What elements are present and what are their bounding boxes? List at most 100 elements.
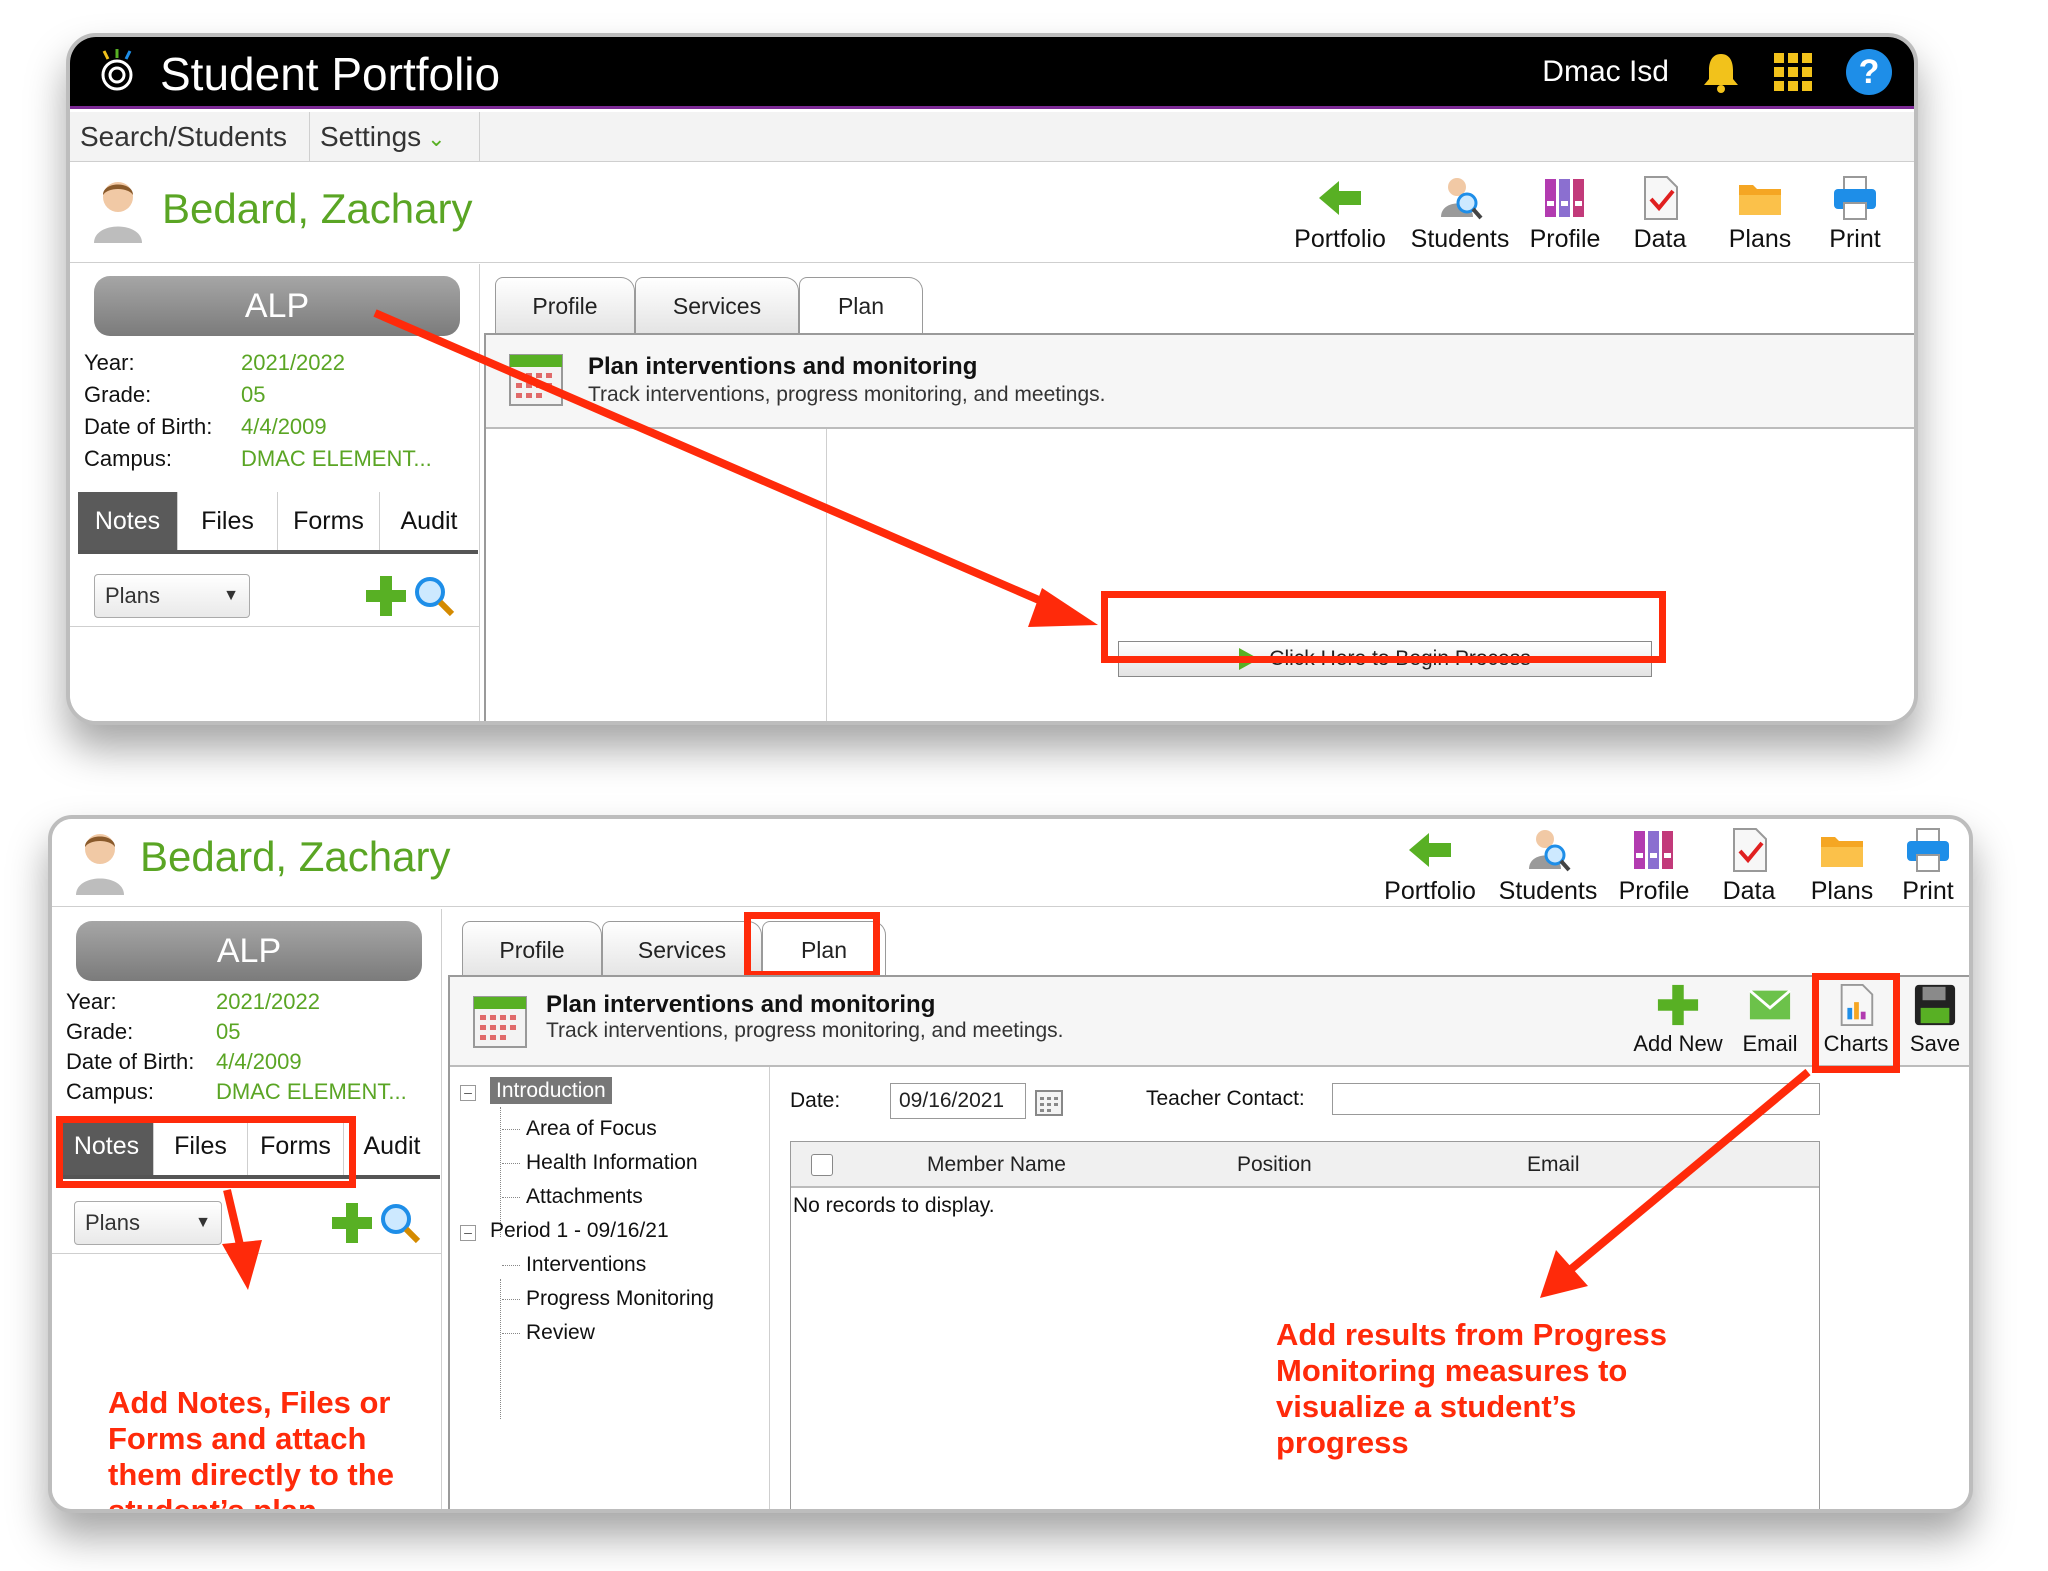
tree-item-review[interactable]: Review — [526, 1321, 595, 1345]
toolbar-data-label: Data — [1633, 225, 1687, 253]
add-plus-icon[interactable] — [364, 574, 408, 618]
toolbar-plans-label: Plans — [1728, 225, 1792, 253]
highlight-box-left-tabs — [56, 1116, 356, 1188]
toolbar-data-button[interactable]: Data — [1704, 827, 1794, 906]
tree-item-interventions[interactable]: Interventions — [526, 1253, 646, 1277]
plans-select[interactable]: Plans ▼ — [74, 1201, 222, 1245]
tab-services[interactable]: Services — [635, 277, 799, 333]
empty-grid-message: No records to display. — [793, 1194, 995, 1217]
divider — [52, 1253, 442, 1254]
caret-down-icon: ▼ — [195, 1214, 211, 1231]
email-button[interactable]: Email — [1730, 983, 1810, 1057]
tab-plan[interactable]: Plan — [799, 277, 923, 335]
search-icon[interactable] — [378, 1201, 422, 1245]
toolbar-plans-button[interactable]: Plans — [1710, 175, 1810, 254]
info-dob: Date of Birth: 4/4/2009 — [84, 414, 327, 439]
tree-collapse-icon[interactable]: – — [460, 1085, 476, 1101]
info-year: Year: 2021/2022 — [66, 989, 320, 1014]
date-value: 09/16/2021 — [899, 1089, 1005, 1112]
apps-grid-icon[interactable] — [1772, 51, 1814, 93]
date-input[interactable]: 09/16/2021 — [890, 1083, 1026, 1119]
toolbar-data-button[interactable]: Data — [1615, 175, 1705, 254]
toolbar-profile-button[interactable]: Profile — [1604, 827, 1704, 906]
toolbar-portfolio-button[interactable]: Portfolio — [1280, 175, 1400, 254]
col-member-name[interactable]: Member Name — [927, 1142, 1066, 1188]
toolbar-print-label: Print — [1829, 225, 1881, 253]
tab-profile[interactable]: Profile — [495, 277, 635, 333]
tree-item-period-1[interactable]: Period 1 - 09/16/21 — [490, 1219, 669, 1243]
toolbar-profile-label: Profile — [1618, 877, 1690, 905]
toolbar-students-label: Students — [1498, 877, 1598, 905]
info-campus: Campus: DMAC ELEMENT... — [66, 1079, 407, 1104]
panel-divider — [826, 429, 827, 721]
notification-bell-icon[interactable] — [1698, 49, 1744, 95]
tree-item-attachments[interactable]: Attachments — [526, 1185, 643, 1209]
date-picker-icon[interactable] — [1034, 1087, 1064, 1117]
menu-bar: Search/Students Settings ⌄ — [70, 112, 1914, 162]
date-label: Date: — [790, 1089, 841, 1112]
app-title: Student Portfolio — [160, 48, 501, 100]
plan-header: Plan interventions and monitoring Track … — [486, 335, 1914, 429]
tree-item-introduction[interactable]: Introduction — [490, 1077, 612, 1104]
save-disk-icon — [1914, 984, 1956, 1026]
user-name[interactable]: Dmac Isd — [1542, 55, 1669, 89]
tab-notes[interactable]: Notes — [78, 492, 178, 550]
toolbar-students-button[interactable]: Students — [1488, 827, 1608, 906]
teacher-contact-input[interactable] — [1332, 1083, 1820, 1115]
student-search-icon — [1441, 178, 1483, 220]
info-dob: Date of Birth: 4/4/2009 — [66, 1049, 302, 1074]
tree-item-health-information[interactable]: Health Information — [526, 1151, 698, 1175]
select-all-checkbox[interactable] — [811, 1154, 833, 1176]
toolbar-print-button[interactable]: Print — [1810, 175, 1900, 254]
tree-branch — [502, 1333, 520, 1334]
tree-item-progress-monitoring[interactable]: Progress Monitoring — [526, 1287, 714, 1311]
toolbar-portfolio-button[interactable]: Portfolio — [1370, 827, 1490, 906]
plan-header: Plan interventions and monitoring Track … — [450, 977, 1969, 1067]
add-new-button[interactable]: Add New — [1628, 983, 1728, 1057]
content-tab-strip: Profile Services Plan — [495, 277, 935, 335]
info-campus: Campus: DMAC ELEMENT... — [84, 446, 432, 471]
help-icon[interactable]: ? — [1846, 49, 1892, 95]
toolbar-students-label: Students — [1410, 225, 1510, 253]
col-position[interactable]: Position — [1237, 1142, 1312, 1188]
menu-search-students[interactable]: Search/Students — [70, 112, 310, 162]
tree-branch — [502, 1265, 520, 1266]
binders-icon — [1634, 831, 1673, 869]
student-avatar-icon — [76, 834, 124, 895]
plans-select[interactable]: Plans ▼ — [94, 574, 250, 618]
col-email[interactable]: Email — [1527, 1142, 1580, 1188]
highlight-box-begin — [1101, 591, 1666, 663]
add-plus-icon[interactable] — [330, 1201, 374, 1245]
menu-settings[interactable]: Settings ⌄ — [310, 112, 480, 162]
printer-icon — [1907, 828, 1949, 872]
tab-audit[interactable]: Audit — [344, 1117, 440, 1175]
toolbar-portfolio-label: Portfolio — [1294, 225, 1386, 253]
student-search-icon — [1529, 830, 1571, 872]
student-header: Bedard, Zachary Portfolio Students Profi… — [52, 819, 1969, 907]
highlight-box-plan-tab — [744, 912, 880, 978]
folder-icon — [1821, 837, 1863, 867]
email-envelope-icon — [1748, 989, 1792, 1020]
tab-services[interactable]: Services — [602, 921, 762, 977]
save-button[interactable]: Save — [1900, 983, 1969, 1057]
toolbar-students-button[interactable]: Students — [1400, 175, 1520, 254]
tab-profile[interactable]: Profile — [462, 921, 602, 977]
tree-collapse-icon[interactable]: – — [460, 1225, 476, 1241]
toolbar-print-button[interactable]: Print — [1888, 827, 1968, 906]
tree-item-area-of-focus[interactable]: Area of Focus — [526, 1117, 657, 1141]
student-sidebar: ALP Year: 2021/2022 Grade: 05 Date of Birt… — [52, 909, 442, 1509]
annotation-charts: Add results from Progress Monitoring mea… — [1276, 1317, 1668, 1460]
divider — [70, 626, 480, 627]
tab-files[interactable]: Files — [178, 492, 278, 550]
toolbar-profile-button[interactable]: Profile — [1515, 175, 1615, 254]
toolbar-plans-button[interactable]: Plans — [1792, 827, 1892, 906]
toolbar-print-label: Print — [1902, 877, 1954, 905]
program-badge: ALP — [94, 276, 460, 336]
tab-forms[interactable]: Forms — [278, 492, 380, 550]
search-icon[interactable] — [412, 574, 456, 618]
plan-panel: Plan interventions and monitoring Track … — [484, 333, 1914, 721]
data-report-icon — [1644, 176, 1678, 220]
portfolio-window-bottom: Bedard, Zachary Portfolio Students Profi… — [48, 815, 1973, 1513]
info-grade: Grade: 05 — [84, 382, 266, 407]
tab-audit[interactable]: Audit — [380, 492, 478, 550]
